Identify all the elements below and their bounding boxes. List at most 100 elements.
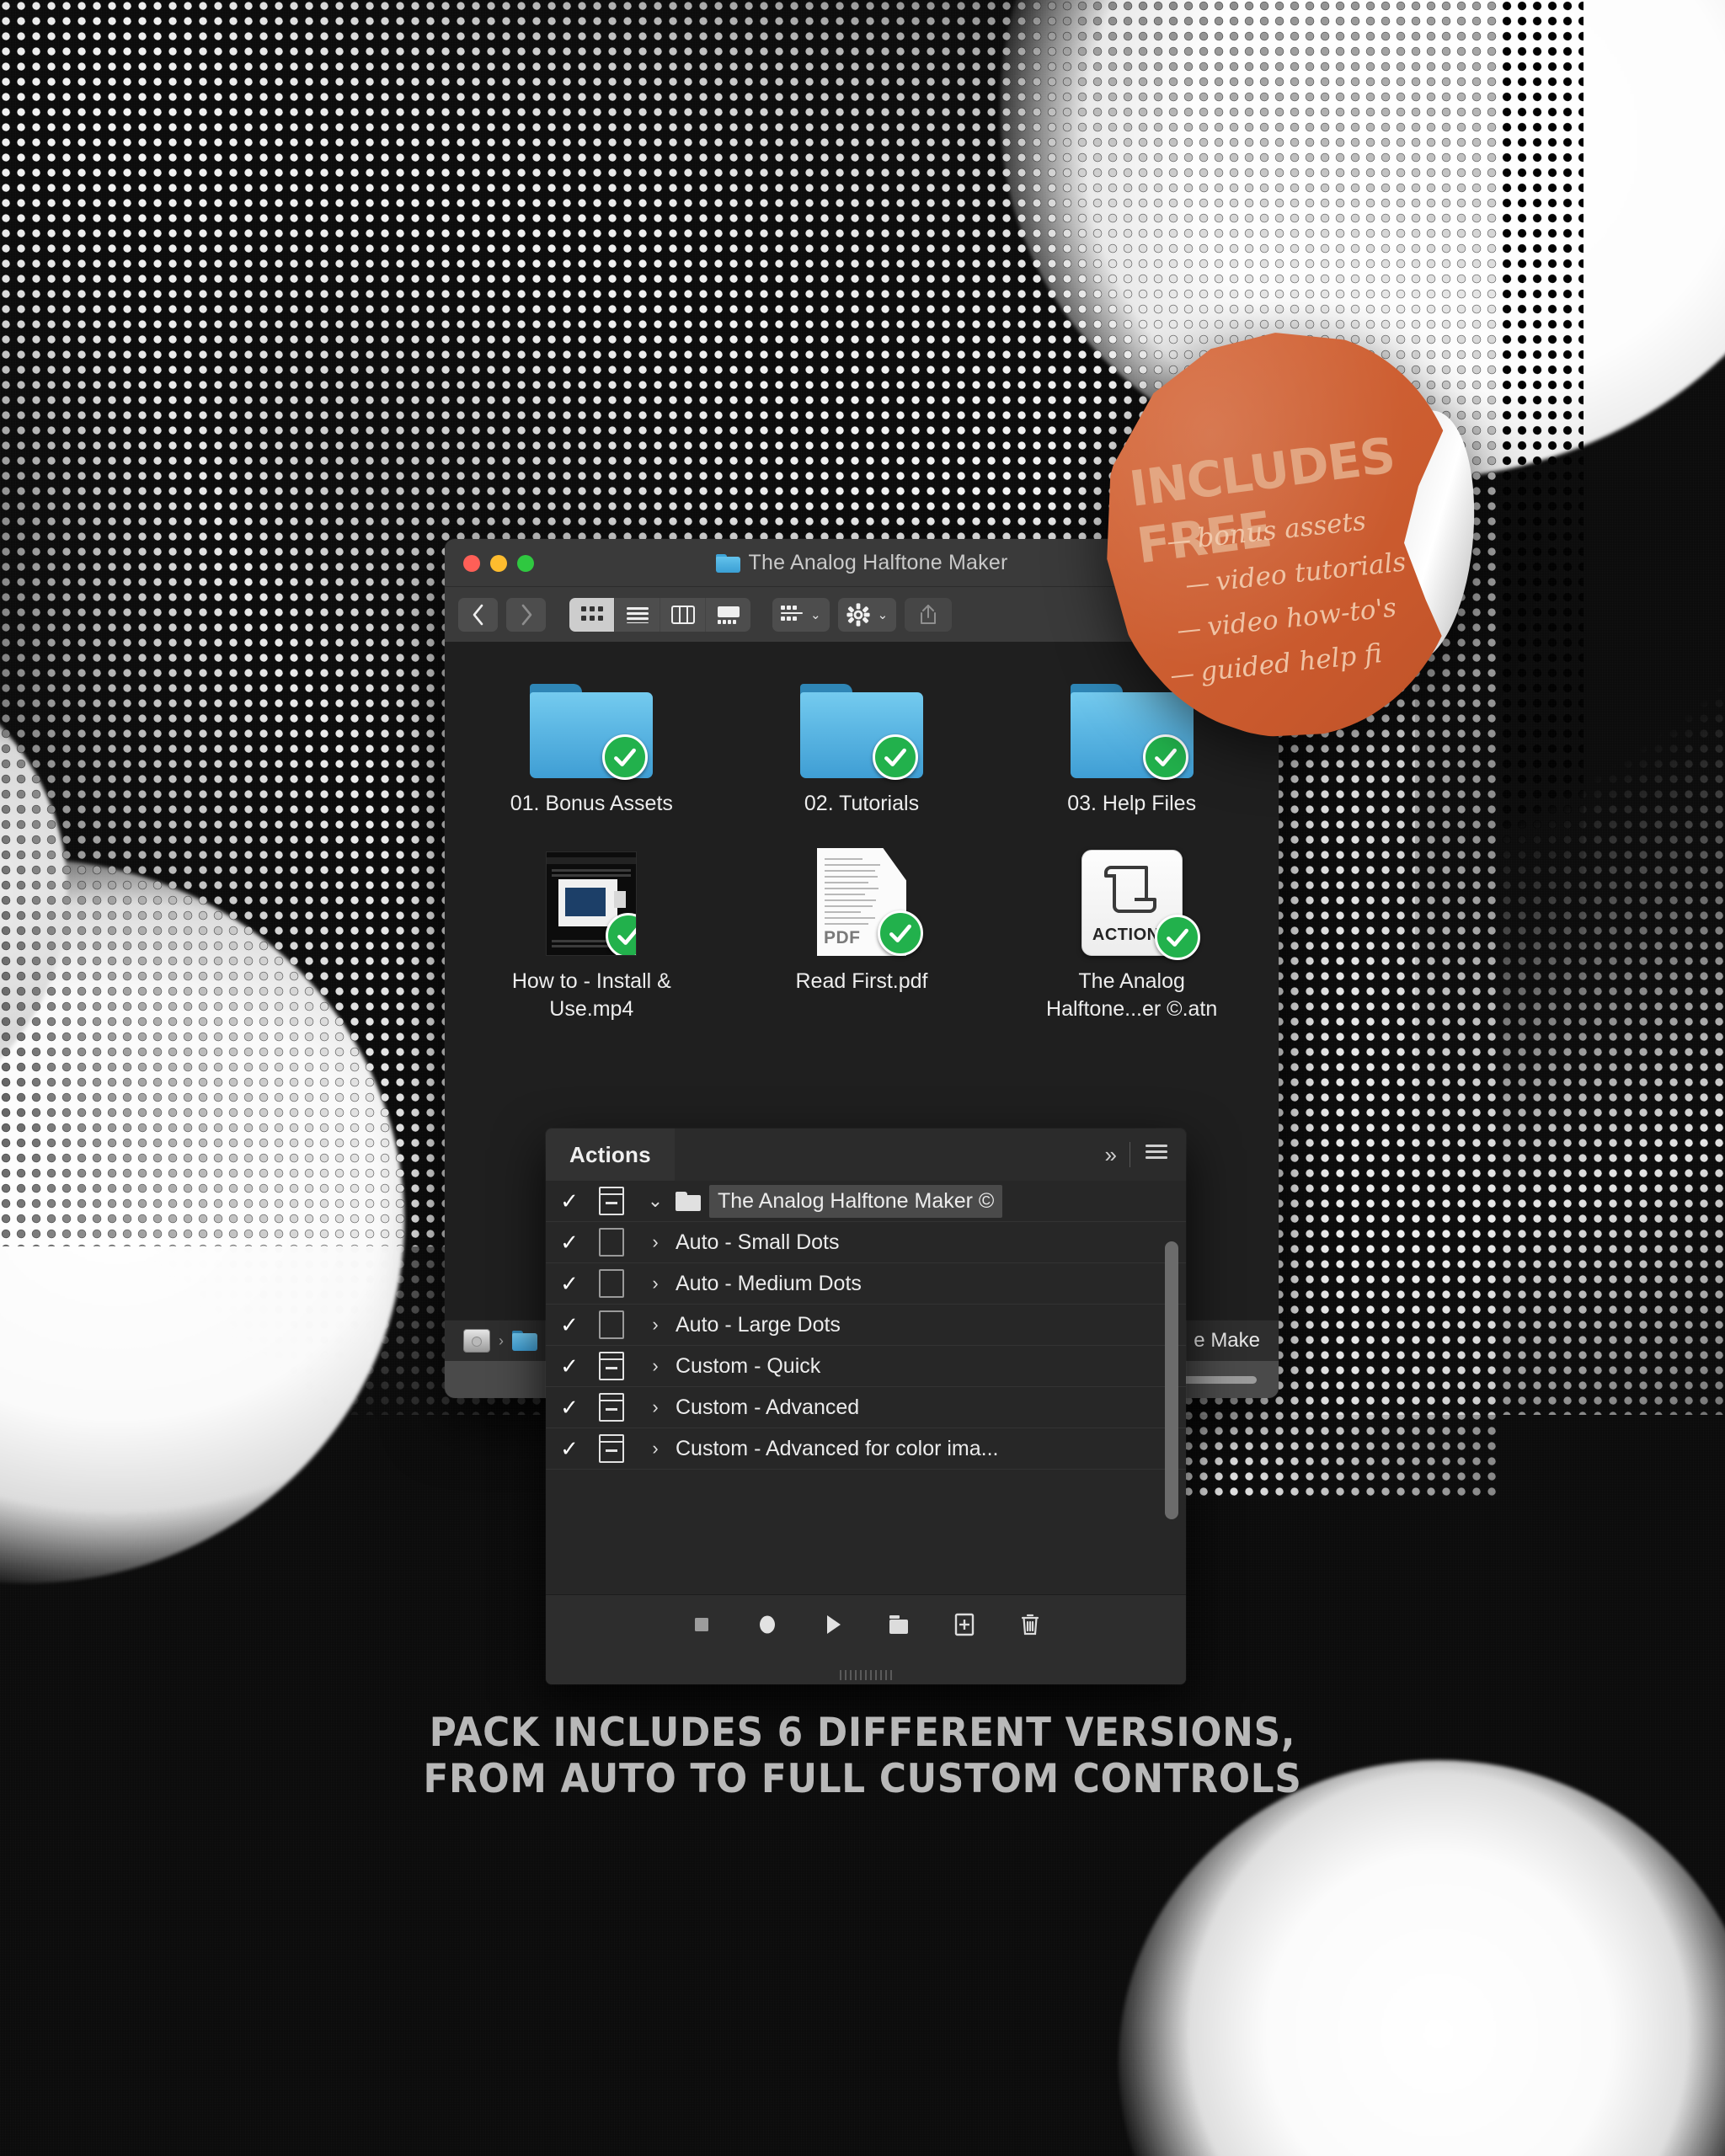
item-icon: PDF	[794, 848, 929, 956]
list-view-button[interactable]	[615, 598, 660, 632]
caption-line-2: from auto to full custom controls	[423, 1756, 1302, 1803]
finder-item-folder-bonus-assets[interactable]: 01. Bonus Assets	[457, 662, 727, 818]
window-title: The Analog Halftone Maker	[748, 551, 1008, 574]
action-enabled-check[interactable]: ✓	[551, 1230, 588, 1256]
item-icon	[794, 670, 929, 780]
item-icon: ACTIONS	[1065, 848, 1200, 960]
downloaded-check-badge	[1142, 734, 1188, 780]
home-folder-icon[interactable]	[512, 1331, 537, 1351]
folder-icon	[715, 553, 740, 573]
expand-collapse-icon[interactable]: ›	[635, 1231, 676, 1253]
caption-line-1: Pack includes 6 different versions,	[429, 1710, 1296, 1756]
panel-resize-grip[interactable]	[840, 1670, 892, 1680]
stop-button[interactable]	[687, 1610, 716, 1639]
action-row-label: Custom - Quick	[676, 1353, 821, 1378]
expand-panel-icon[interactable]: »	[1105, 1142, 1118, 1168]
action-row[interactable]: ✓ › Auto - Large Dots	[546, 1305, 1186, 1346]
action-enabled-check[interactable]: ✓	[551, 1395, 588, 1421]
action-row-label: Custom - Advanced for color ima...	[676, 1436, 999, 1460]
panel-menu-icon[interactable]	[1146, 1144, 1167, 1166]
expand-collapse-icon[interactable]: ›	[635, 1314, 676, 1336]
includes-free-sticker: Includes Free bonus assets video tutoria…	[1103, 333, 1487, 737]
video-thumbnail-icon	[546, 851, 638, 956]
action-row[interactable]: ✓ › Custom - Advanced	[546, 1387, 1186, 1428]
action-row-label: Custom - Advanced	[676, 1395, 860, 1419]
action-set-row[interactable]: ✓ ⌄ The Analog Halftone Maker ©	[546, 1181, 1186, 1222]
play-button[interactable]	[819, 1610, 847, 1639]
new-action-button[interactable]	[950, 1610, 979, 1639]
scroll-icon	[1103, 866, 1156, 913]
pdf-type-tag: PDF	[823, 928, 861, 947]
expand-collapse-icon[interactable]: ›	[635, 1273, 676, 1294]
group-by-button[interactable]: ⌄	[772, 598, 830, 632]
path-separator: ›	[499, 1331, 504, 1349]
action-row-label: Auto - Small Dots	[676, 1230, 840, 1254]
document-text-lines	[824, 858, 888, 929]
photoshop-actions-file-icon: ACTIONS	[1081, 850, 1200, 960]
share-button[interactable]	[905, 598, 953, 632]
sticker-bullet-3: video how-to's	[1177, 592, 1397, 645]
item-label: How to - Install & Use.mp4	[511, 969, 671, 1021]
action-enabled-check[interactable]: ✓	[551, 1353, 588, 1380]
back-button[interactable]	[458, 598, 498, 632]
pdf-document-icon: PDF	[816, 848, 923, 956]
downloaded-check-badge	[877, 910, 923, 956]
item-icon	[524, 670, 659, 780]
chevron-down-icon: ⌄	[810, 608, 821, 622]
photoshop-actions-panel: Actions » ✓ ⌄ The Analog Halftone Maker …	[546, 1129, 1186, 1684]
action-dialog-toggle[interactable]	[588, 1228, 635, 1257]
action-row-label: Auto - Medium Dots	[676, 1271, 862, 1295]
action-dialog-toggle[interactable]	[588, 1269, 635, 1298]
finder-item-read-first-pdf[interactable]: PDF Read First.pdf	[727, 840, 997, 1023]
column-view-button[interactable]	[660, 598, 706, 632]
finder-item-atn-action-set[interactable]: ACTIONS The Analog Halftone...er ©.atn	[996, 840, 1267, 1023]
forward-button[interactable]	[506, 598, 546, 632]
item-label: 01. Bonus Assets	[510, 792, 673, 815]
hard-drive-icon[interactable]	[463, 1329, 490, 1353]
action-enabled-check[interactable]: ✓	[551, 1312, 588, 1338]
action-dialog-toggle[interactable]	[588, 1434, 635, 1463]
chevron-down-icon: ⌄	[877, 608, 889, 622]
action-row[interactable]: ✓ › Auto - Small Dots	[546, 1222, 1186, 1263]
item-label: 03. Help Files	[1067, 792, 1197, 815]
gallery-view-button[interactable]	[706, 598, 750, 632]
actions-panel-tabbar: Actions »	[546, 1129, 1186, 1181]
downloaded-check-badge	[1154, 915, 1200, 960]
actions-vertical-scrollbar[interactable]	[1165, 1241, 1178, 1519]
path-crumb-current[interactable]: e Make	[1194, 1329, 1260, 1353]
action-enabled-check[interactable]: ✓	[551, 1436, 588, 1462]
action-dialog-toggle[interactable]	[588, 1352, 635, 1380]
action-dialog-toggle[interactable]	[588, 1187, 635, 1215]
expand-collapse-icon[interactable]: ⌄	[635, 1190, 676, 1212]
action-enabled-check[interactable]: ✓	[551, 1271, 588, 1297]
action-dialog-toggle[interactable]	[588, 1393, 635, 1422]
sticker-bullet-4: guided help fi	[1170, 638, 1383, 691]
action-dialog-toggle[interactable]	[588, 1310, 635, 1339]
item-icon	[524, 848, 659, 956]
folder-icon	[530, 684, 654, 780]
expand-collapse-icon[interactable]: ›	[635, 1355, 676, 1377]
item-label: 02. Tutorials	[804, 792, 920, 815]
action-row[interactable]: ✓ › Custom - Quick	[546, 1346, 1186, 1387]
icon-view-button[interactable]	[569, 598, 615, 632]
actions-list[interactable]: ✓ ⌄ The Analog Halftone Maker © ✓ › Auto…	[546, 1181, 1186, 1610]
action-enabled-check[interactable]: ✓	[551, 1188, 588, 1214]
action-gear-button[interactable]: ⌄	[837, 598, 897, 632]
action-row[interactable]: ✓ › Auto - Medium Dots	[546, 1263, 1186, 1305]
finder-item-video-howto[interactable]: How to - Install & Use.mp4	[457, 840, 727, 1023]
tab-actions[interactable]: Actions	[546, 1129, 675, 1181]
record-button[interactable]	[753, 1610, 782, 1639]
finder-item-folder-tutorials[interactable]: 02. Tutorials	[727, 662, 997, 818]
action-row-label: Auto - Large Dots	[676, 1312, 841, 1337]
expand-collapse-icon[interactable]: ›	[635, 1396, 676, 1418]
delete-button[interactable]	[1016, 1610, 1044, 1639]
new-set-folder-button[interactable]	[884, 1610, 913, 1639]
action-row-label: The Analog Halftone Maker ©	[709, 1184, 1003, 1218]
poster-caption: Pack includes 6 different versions, from…	[61, 1710, 1665, 1803]
downloaded-check-badge	[872, 734, 918, 780]
folder-icon	[799, 684, 923, 780]
expand-collapse-icon[interactable]: ›	[635, 1438, 676, 1460]
action-row[interactable]: ✓ › Custom - Advanced for color ima...	[546, 1428, 1186, 1470]
view-mode-segmented-control[interactable]	[569, 598, 750, 632]
actions-panel-tabbar-controls: »	[674, 1129, 1186, 1181]
